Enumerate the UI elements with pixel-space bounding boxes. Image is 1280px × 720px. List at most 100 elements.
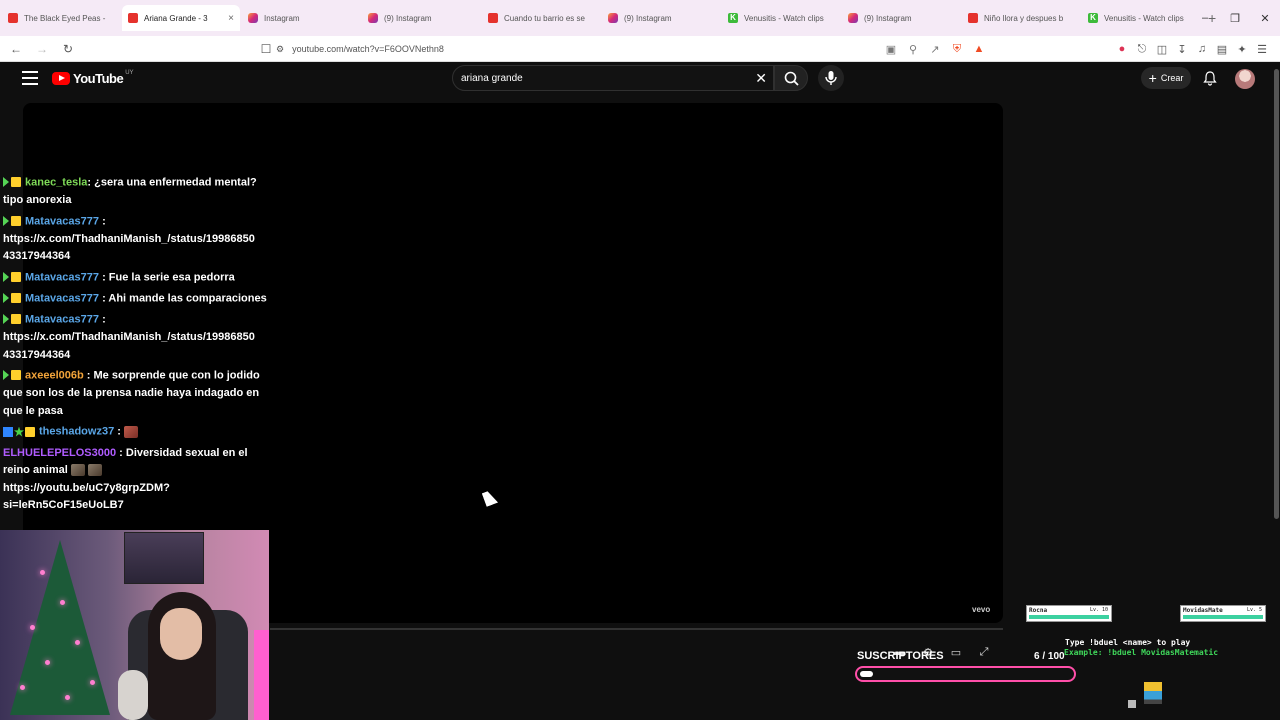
- brave-rewards-icon[interactable]: ▲: [968, 43, 990, 55]
- search-input[interactable]: ariana grande ✕: [452, 65, 774, 91]
- star-badge-icon: [14, 426, 24, 437]
- chat-username[interactable]: Matavacas777: [25, 314, 99, 326]
- extension-icon[interactable]: ●: [1112, 43, 1132, 55]
- chat-message: kanec_tesla: ¿sera una enfermedad mental…: [3, 174, 269, 210]
- duel-card-1-hp: [1029, 615, 1109, 619]
- search-button[interactable]: [774, 65, 808, 91]
- voice-search-button[interactable]: [818, 65, 844, 91]
- duel-card-2-hp: [1183, 615, 1263, 619]
- arrow-badge-icon: [3, 177, 9, 188]
- browser-tab[interactable]: (9) Instagram: [602, 5, 720, 31]
- browser-toolbar-icons: ● ⎋ ◫ ↧ ♫ ▤ ✦ ☰: [1112, 36, 1272, 62]
- download-icon[interactable]: ↧: [1172, 43, 1192, 56]
- chat-badges: [3, 367, 22, 385]
- chat-username[interactable]: ELHUELEPELOS3000: [3, 447, 116, 459]
- notifications-bell-icon[interactable]: [1202, 70, 1218, 86]
- scrollbar-thumb[interactable]: [1274, 69, 1279, 519]
- music-icon[interactable]: ♫: [1192, 43, 1212, 55]
- stream-chat-overlay: kanec_tesla: ¿sera una enfermedad mental…: [3, 174, 269, 518]
- browser-tab[interactable]: Niño llora y despues b: [962, 5, 1080, 31]
- chat-message: Matavacas777 : Fue la serie esa pedorra: [3, 269, 269, 287]
- browser-tab[interactable]: Cuando tu barrio es se: [482, 5, 600, 31]
- microphone-icon: [825, 71, 837, 85]
- chat-username[interactable]: kanec_tesla: [25, 177, 87, 189]
- browser-tab[interactable]: Instagram: [242, 5, 360, 31]
- browser-tab[interactable]: (9) Instagram: [362, 5, 480, 31]
- page-scrollbar[interactable]: [1273, 65, 1280, 525]
- url-text[interactable]: youtube.com/watch?v=F6OOVNethn8: [292, 44, 444, 54]
- close-tab-icon[interactable]: ×: [228, 13, 234, 24]
- tab-title: (9) Instagram: [384, 13, 432, 23]
- clear-search-icon[interactable]: ✕: [755, 70, 767, 87]
- arrow-badge-icon: [3, 215, 9, 226]
- youtube-logo[interactable]: YouTube UY: [52, 69, 134, 86]
- chat-username[interactable]: axeeel006b: [25, 370, 84, 382]
- browser-tab[interactable]: (9) Instagram: [842, 5, 960, 31]
- browser-tab[interactable]: K Venusitis - Watch clips: [722, 5, 840, 31]
- tab-title: Venusitis - Watch clips: [1104, 13, 1184, 23]
- guide-menu-icon[interactable]: [22, 71, 38, 85]
- search-icon: [784, 71, 799, 86]
- close-window-icon[interactable]: ✕: [1250, 12, 1280, 25]
- bookmark-icon[interactable]: ☐: [256, 42, 276, 56]
- tab-title: Ariana Grande - 3: [144, 13, 208, 23]
- chat-link[interactable]: https://youtu.be/uC7y8grpZDM?si=leRn5CoF…: [3, 482, 170, 512]
- video-progress-bar[interactable]: [270, 628, 1003, 630]
- crown-badge-icon: [11, 215, 21, 226]
- arrow-badge-icon: [3, 370, 9, 381]
- cast-icon[interactable]: ▣: [880, 43, 902, 56]
- wallet-icon[interactable]: ▤: [1212, 43, 1232, 56]
- vevo-watermark: vevo: [972, 605, 991, 614]
- chat-message: axeeel006b : Me sorprende que con lo jod…: [3, 367, 269, 420]
- site-info-icon[interactable]: ⚙: [276, 44, 284, 55]
- youtube-favicon-icon: [8, 13, 18, 23]
- tab-title: Instagram: [264, 13, 300, 23]
- url-action-icons: ▣ ⚲ ↗ ⛨ ▲: [880, 36, 990, 62]
- back-icon[interactable]: ←: [6, 42, 26, 56]
- browser-tab[interactable]: K Venusitis - Watch clips: [1082, 5, 1200, 31]
- restore-icon[interactable]: ❐: [1220, 12, 1250, 25]
- crown-badge-icon: [11, 370, 21, 381]
- browser-tab[interactable]: Ariana Grande - 3 ×: [122, 5, 240, 31]
- duel-card-2-level: Lv. 5: [1246, 607, 1262, 613]
- minimize-icon[interactable]: –: [1190, 12, 1220, 24]
- crown-badge-icon: [11, 293, 21, 304]
- duel-instructions: Type !bduel <name> to play: [1065, 638, 1191, 647]
- sidebar-icon[interactable]: ◫: [1152, 43, 1172, 56]
- zoom-icon[interactable]: ⚲: [902, 43, 924, 56]
- tab-title: (9) Instagram: [864, 13, 912, 23]
- miniplayer-icon[interactable]: ▭: [942, 646, 970, 659]
- country-code: UY: [125, 69, 134, 76]
- brave-shield-icon[interactable]: ⛨: [946, 43, 968, 56]
- search-query[interactable]: ariana grande: [461, 73, 523, 84]
- pink-light: [254, 630, 269, 720]
- chat-message: theshadowz37 :: [3, 423, 269, 441]
- leo-ai-icon[interactable]: ✦: [1232, 43, 1252, 56]
- menu-icon[interactable]: ☰: [1252, 43, 1272, 56]
- browser-tab[interactable]: The Black Eyed Peas -: [2, 5, 120, 31]
- address-bar-row: ← → ↻ ☐ ⚙ youtube.com/watch?v=F6OOVNethn…: [0, 36, 1280, 62]
- forward-icon[interactable]: →: [32, 42, 52, 56]
- chat-username[interactable]: Matavacas777: [25, 271, 99, 283]
- youtube-logo-text: YouTube: [73, 71, 124, 86]
- chat-badges: [3, 311, 22, 329]
- share-icon[interactable]: ↗: [924, 43, 946, 56]
- instagram-favicon-icon: [848, 13, 858, 23]
- youtube-favicon-icon: [968, 13, 978, 23]
- chat-badges: [3, 290, 22, 308]
- subscriber-goal-fill: [860, 671, 873, 677]
- youtube-play-icon: [52, 72, 70, 85]
- chat-message: Matavacas777 : https://x.com/ThadhaniMan…: [3, 213, 269, 266]
- crown-badge-icon: [11, 271, 21, 282]
- chat-username[interactable]: Matavacas777: [25, 293, 99, 305]
- account-avatar[interactable]: [1235, 69, 1255, 89]
- reload-icon[interactable]: ↻: [58, 42, 78, 56]
- puzzle-icon[interactable]: ⎋: [1132, 43, 1152, 56]
- create-button[interactable]: + Crear: [1141, 67, 1191, 89]
- subscriber-goal-bar: [855, 666, 1076, 682]
- christmas-tree: [10, 540, 110, 715]
- chat-username[interactable]: Matavacas777: [25, 215, 99, 227]
- chat-username[interactable]: theshadowz37: [39, 426, 114, 438]
- fullscreen-icon[interactable]: ⤢: [970, 646, 998, 659]
- chat-emote-icon: [123, 426, 138, 439]
